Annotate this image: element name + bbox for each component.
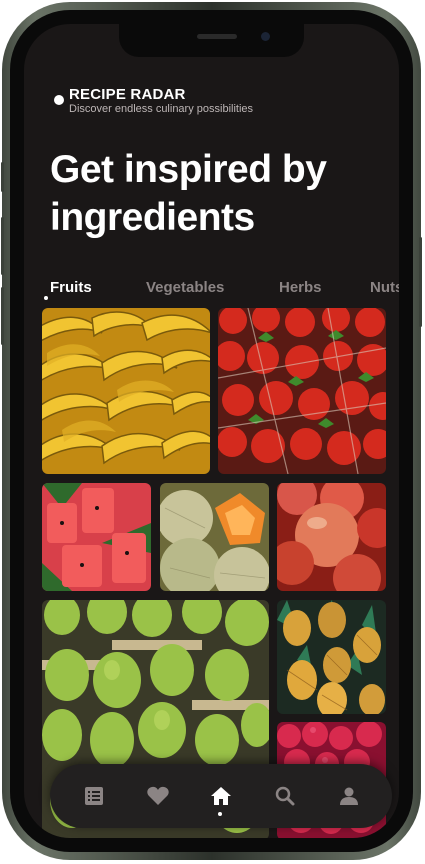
speaker [197,34,237,39]
watermelon-image[interactable] [42,483,151,591]
app-name: RECIPE RADAR [69,86,186,103]
bananas-image[interactable] [42,308,210,474]
notch [119,24,304,57]
tab-nuts[interactable]: Nuts [370,279,399,296]
category-tabs: Fruits Vegetables Herbs Nuts [50,279,399,309]
volume-up-button [1,217,4,275]
active-nav-indicator [218,812,222,816]
volume-down-button [1,287,4,345]
active-tab-indicator [44,296,48,300]
heart-icon[interactable] [144,782,172,810]
strawberries-image[interactable] [218,308,386,474]
mute-switch [1,162,4,192]
app-screen: RECIPE RADAR Discover endless culinary p… [24,24,399,838]
tab-herbs[interactable]: Herbs [279,279,322,296]
front-camera [261,32,270,41]
search-icon[interactable] [271,782,299,810]
profile-icon[interactable] [335,782,363,810]
pineapples-image[interactable] [277,600,386,714]
tab-fruits[interactable]: Fruits [50,279,92,296]
apples-image[interactable] [277,483,386,591]
phone-bezel: RECIPE RADAR Discover endless culinary p… [10,10,413,852]
list-icon[interactable] [80,782,108,810]
page-headline: Get inspired by ingredients [50,148,327,239]
power-button [419,237,422,327]
phone-frame: RECIPE RADAR Discover endless culinary p… [1,2,422,860]
cantaloupe-image[interactable] [160,483,269,591]
bottom-nav [50,764,392,828]
home-icon[interactable] [207,782,235,810]
logo-dot-icon [54,95,64,105]
tab-vegetables[interactable]: Vegetables [146,279,224,296]
app-tagline: Discover endless culinary possibilities [69,103,254,115]
